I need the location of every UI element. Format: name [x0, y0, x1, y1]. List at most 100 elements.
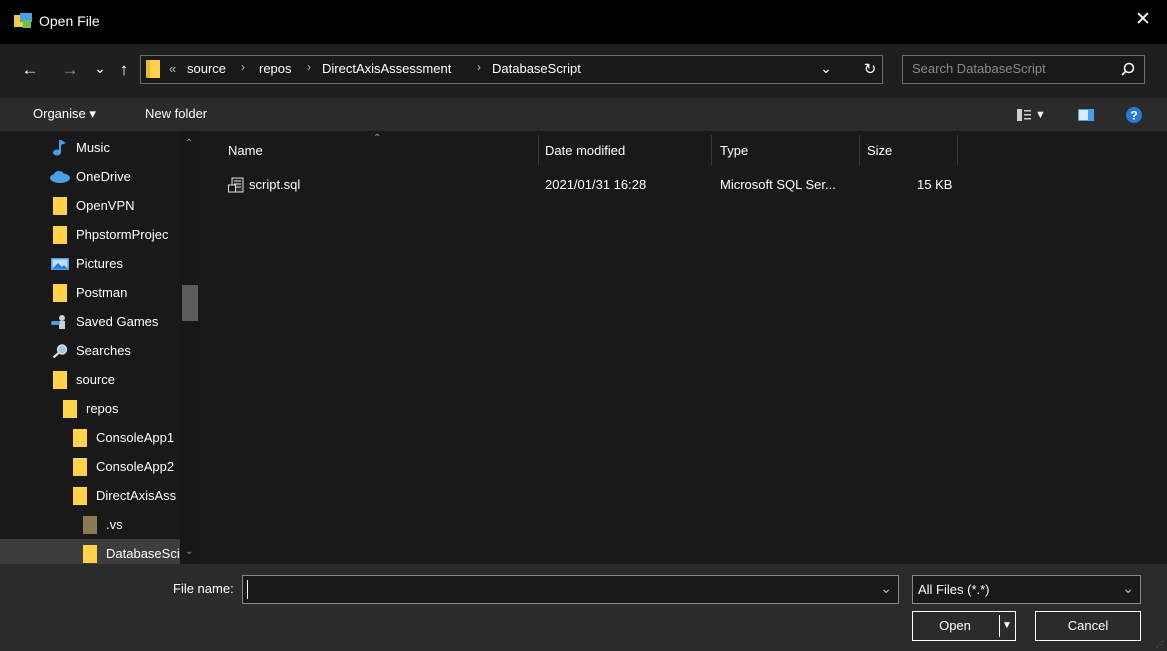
folder-icon: [53, 197, 67, 215]
breadcrumb-overflow[interactable]: «: [169, 61, 176, 76]
pictures-icon: [51, 258, 69, 270]
sidebar-item-label: Postman: [76, 285, 128, 300]
address-dropdown-button[interactable]: ⌄: [817, 58, 835, 78]
column-divider[interactable]: [711, 135, 712, 165]
app-icon: [14, 13, 32, 28]
open-options-dropdown-icon[interactable]: ▼: [1002, 612, 1012, 640]
svg-text:?: ?: [1130, 109, 1137, 123]
sidebar-item-pictures[interactable]: Pictures: [0, 249, 180, 278]
folder-icon: [53, 226, 67, 244]
sidebar-item-label: source: [76, 372, 116, 387]
column-header-date-modified[interactable]: Date modified: [545, 143, 625, 158]
recent-locations-button[interactable]: ⌄: [92, 58, 108, 78]
sidebar-item-consoleapp1[interactable]: ConsoleApp1: [0, 423, 180, 452]
sidebar-item-searches[interactable]: Searches: [0, 336, 180, 365]
sidebar-item-label: PhpstormProjec: [76, 227, 169, 242]
file-name-input[interactable]: ⌄: [242, 575, 899, 604]
open-button[interactable]: Open ▼: [912, 611, 1016, 641]
sidebar-item-saved-games[interactable]: Saved Games: [0, 307, 180, 336]
refresh-button[interactable]: ↻: [860, 60, 880, 80]
up-button[interactable]: ↑: [112, 60, 136, 80]
sidebar-item-label: .vs: [106, 517, 123, 532]
sidebar-item-openvpn[interactable]: OpenVPN: [0, 191, 180, 220]
breadcrumb-separator: ›: [477, 60, 481, 74]
column-divider[interactable]: [538, 135, 539, 165]
sidebar-item-label: DatabaseSci: [106, 546, 180, 561]
scroll-down-icon[interactable]: ⌄: [185, 546, 193, 557]
open-button-label: Open: [939, 618, 971, 633]
breadcrumb-repos[interactable]: repos: [259, 61, 292, 76]
file-type: Microsoft SQL Ser...: [720, 177, 836, 192]
sql-file-icon: [228, 177, 244, 193]
folder-icon: [83, 516, 97, 534]
sidebar-item-label: repos: [86, 401, 119, 416]
column-header-name[interactable]: Name: [228, 143, 263, 158]
file-size: 15 KB: [917, 177, 953, 192]
close-button[interactable]: ✕: [1133, 9, 1153, 31]
column-header-type[interactable]: Type: [720, 143, 748, 158]
resize-grip-icon[interactable]: ⋰: [1156, 640, 1164, 649]
sidebar-item-vs[interactable]: .vs: [0, 510, 180, 539]
music-icon: [53, 140, 66, 156]
search-icon[interactable]: [1121, 62, 1135, 76]
sidebar-item-repos[interactable]: repos: [0, 394, 180, 423]
sidebar-item-postman[interactable]: Postman: [0, 278, 180, 307]
view-options-icon[interactable]: [1017, 109, 1031, 121]
file-name-label: File name:: [173, 581, 234, 596]
saved-games-icon: [51, 315, 65, 329]
folder-icon: [53, 284, 67, 302]
file-name[interactable]: script.sql: [249, 177, 300, 192]
file-type-select[interactable]: All Files (*.*) ⌄: [912, 575, 1141, 604]
breadcrumb-directaxisassessment[interactable]: DirectAxisAssessment: [322, 61, 451, 76]
sidebar-item-label: ConsoleApp1: [96, 430, 175, 445]
column-divider[interactable]: [859, 135, 860, 165]
folder-icon: [63, 400, 77, 418]
sidebar-item-phpstormprojects[interactable]: PhpstormProjec: [0, 220, 180, 249]
scroll-up-icon[interactable]: ⌃: [185, 138, 193, 149]
file-type-value: All Files (*.*): [918, 582, 990, 597]
column-divider[interactable]: [957, 135, 958, 165]
title-bar: [0, 0, 1167, 44]
breadcrumb-source[interactable]: source: [187, 61, 226, 76]
window-title: Open File: [39, 13, 100, 29]
folder-icon: [53, 371, 67, 389]
search-icon: [52, 344, 68, 358]
sidebar-item-label: Saved Games: [76, 314, 159, 329]
sidebar-item-label: Music: [76, 140, 110, 155]
column-header-size[interactable]: Size: [867, 143, 892, 158]
breadcrumb-databasescript[interactable]: DatabaseScript: [492, 61, 581, 76]
sidebar-item-label: OpenVPN: [76, 198, 135, 213]
sidebar-scroll-thumb[interactable]: [182, 285, 198, 321]
help-icon[interactable]: ?: [1126, 107, 1142, 123]
folder-icon: [73, 458, 87, 476]
sidebar-item-label: Searches: [76, 343, 131, 358]
forward-button[interactable]: →: [58, 60, 82, 80]
preview-pane-icon[interactable]: [1078, 109, 1094, 121]
text-cursor: [247, 580, 248, 599]
sort-ascending-icon: ⌃: [373, 133, 382, 144]
breadcrumb-separator: ›: [307, 60, 311, 74]
sidebar-item-label: DirectAxisAss: [96, 488, 177, 503]
folder-icon: [146, 60, 160, 78]
sidebar-item-consoleapp2[interactable]: ConsoleApp2: [0, 452, 180, 481]
view-dropdown-icon[interactable]: ▼: [1035, 109, 1046, 121]
sidebar-item-label: ConsoleApp2: [96, 459, 175, 474]
sidebar-item-source[interactable]: source: [0, 365, 180, 394]
folder-icon: [73, 429, 87, 447]
folder-icon: [83, 545, 97, 563]
chevron-down-icon[interactable]: ⌄: [1122, 580, 1134, 597]
sidebar-item-databasescript[interactable]: DatabaseSci: [0, 539, 180, 564]
folder-icon: [73, 487, 87, 505]
sidebar-item-label: Pictures: [76, 256, 123, 271]
sidebar-item-onedrive[interactable]: OneDrive: [0, 162, 180, 191]
cancel-button[interactable]: Cancel: [1035, 611, 1141, 641]
new-folder-button[interactable]: New folder: [145, 106, 207, 121]
organise-menu-button[interactable]: Organise ▾: [33, 106, 96, 122]
chevron-down-icon[interactable]: ⌄: [880, 580, 892, 597]
sidebar-scrollbar[interactable]: [180, 131, 200, 564]
file-date-modified: 2021/01/31 16:28: [545, 177, 647, 192]
back-button[interactable]: ←: [18, 60, 42, 80]
sidebar-item-music[interactable]: Music: [0, 133, 180, 162]
sidebar-item-directaxisassessment[interactable]: DirectAxisAss: [0, 481, 180, 510]
navigation-pane[interactable]: Music OneDrive OpenVPN PhpstormProjec Pi…: [0, 131, 200, 564]
